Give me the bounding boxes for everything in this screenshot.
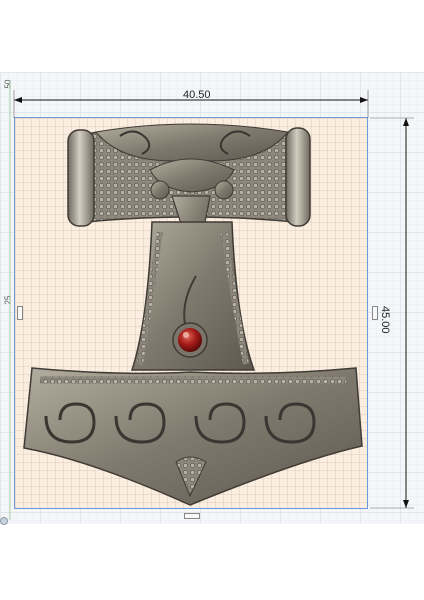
width-dimension-label[interactable]: 40.50 [183, 90, 211, 101]
origin-point-icon[interactable] [0, 517, 8, 525]
resize-handle-left[interactable] [17, 306, 23, 320]
model-and-dimensions [9, 82, 414, 520]
height-dimension-label[interactable]: 45.00 [379, 306, 391, 334]
resize-handle-bottom[interactable] [184, 513, 200, 519]
cad-viewport[interactable]: 50 25 40.50 45.00 [0, 0, 424, 600]
hammer-model[interactable] [23, 123, 363, 506]
resize-handle-right[interactable] [372, 306, 378, 320]
